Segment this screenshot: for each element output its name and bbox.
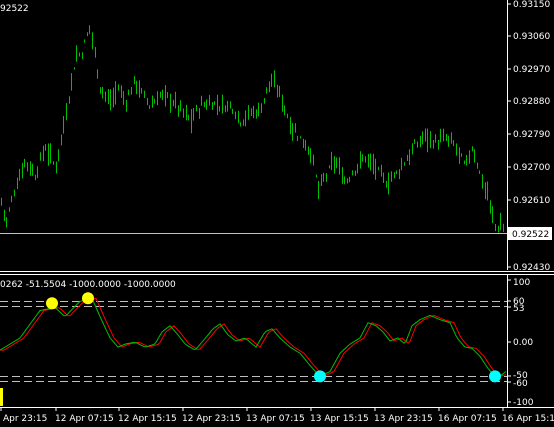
time-tick-label: 13 Apr 15:15	[310, 414, 369, 424]
oversold-marker	[489, 370, 501, 383]
price-tick: 0.92880	[513, 97, 550, 107]
time-tick-label: 12 Apr 23:15	[182, 414, 241, 424]
time-tick-label: Apr 23:15	[3, 414, 47, 424]
time-tick-label: 13 Apr 07:15	[246, 414, 305, 424]
time-axis: Apr 23:15 12 Apr 07:15 12 Apr 15:15 12 A…	[0, 407, 554, 424]
indicator-axis: 100 60 53 0.00 -50 -60 -100	[507, 278, 534, 408]
price-tick: 0.92610	[513, 196, 550, 206]
price-tick: 0.92970	[513, 65, 550, 75]
left-edge-marker	[0, 388, 3, 406]
time-tick-label: 16 Apr 07:15	[438, 414, 497, 424]
current-price-label: 0.92522	[512, 230, 549, 240]
indicator-tick: -100	[513, 398, 534, 408]
price-tick: 0.92790	[513, 130, 550, 140]
time-tick-label: 12 Apr 15:15	[118, 414, 177, 424]
indicator-tick: 100	[513, 278, 530, 288]
oversold-marker	[314, 370, 326, 383]
price-tick: 0.92700	[513, 163, 550, 173]
chart-canvas: 92522 0.93150 0.93060 0.92970 0.92880 0.…	[0, 0, 554, 424]
overbought-marker	[46, 297, 58, 310]
indicator-tick: -60	[513, 379, 528, 389]
indicator-tick: 53	[513, 304, 524, 314]
price-tick: 0.93150	[513, 0, 550, 10]
indicator-tick: 0.00	[513, 338, 533, 348]
time-tick-label: 16 Apr 15:15	[502, 414, 554, 424]
current-price-badge: 0.92522	[508, 227, 552, 240]
time-tick-label: 13 Apr 23:15	[374, 414, 433, 424]
overbought-marker	[82, 292, 94, 305]
corner-price-label: 92522	[0, 4, 29, 14]
time-tick-label: 12 Apr 07:15	[55, 414, 114, 424]
price-tick: 0.93060	[513, 32, 550, 42]
indicator-header: 0262 -51.5504 -1000.0000 -1000.0000	[0, 280, 176, 290]
